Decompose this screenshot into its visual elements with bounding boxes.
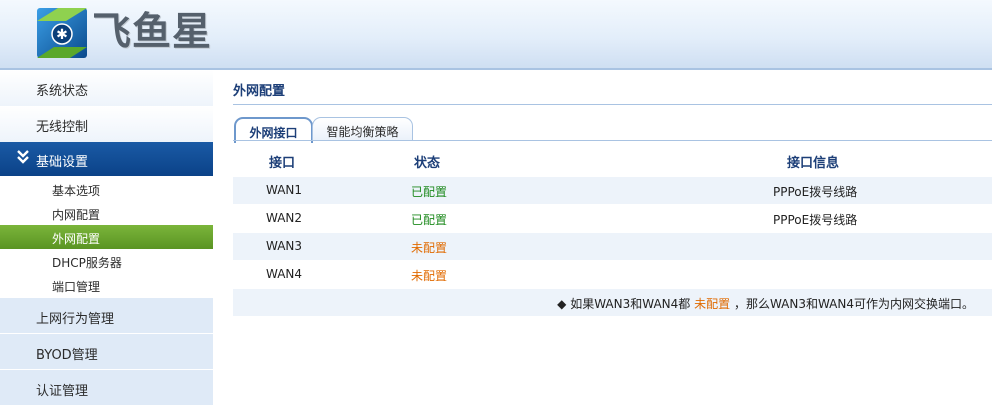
tab-smart-balance-policy[interactable]: 智能均衡策略 bbox=[312, 117, 413, 141]
sidebar-subitem-label: DHCP服务器 bbox=[52, 256, 122, 270]
interface-name: WAN4 bbox=[266, 267, 303, 281]
sidebar-subitem-port-management[interactable]: 端口管理 bbox=[0, 273, 213, 297]
brand-logo[interactable]: ✱ 飞鱼星 bbox=[36, 7, 212, 59]
title-divider bbox=[233, 104, 992, 105]
sidebar-item-label: 认证管理 bbox=[36, 384, 89, 399]
sidebar-subitem-label: 内网配置 bbox=[52, 208, 101, 222]
sidebar-subitem-label: 外网配置 bbox=[52, 232, 101, 246]
sidebar-item-auth[interactable]: 认证管理 bbox=[0, 370, 213, 406]
interface-name: WAN3 bbox=[266, 239, 303, 253]
status-badge[interactable]: 已配置 bbox=[411, 183, 447, 200]
fish-star-logo-icon: ✱ bbox=[37, 8, 87, 58]
sidebar-item-label: 无线控制 bbox=[36, 120, 89, 135]
column-header-info: 接口信息 bbox=[787, 156, 840, 171]
interface-name: WAN1 bbox=[266, 183, 303, 197]
sidebar-subitem-dhcp-server[interactable]: DHCP服务器 bbox=[0, 249, 213, 273]
sidebar-subitem-label: 基本选项 bbox=[52, 184, 101, 198]
note-suffix: ，那么WAN3和WAN4可作为内网交换端口。 bbox=[730, 297, 974, 311]
sidebar-item-label: BYOD管理 bbox=[36, 348, 98, 363]
sidebar-subitem-lan-config[interactable]: 内网配置 bbox=[0, 201, 213, 225]
table-row: WAN4 未配置 bbox=[233, 261, 992, 289]
tab-label: 智能均衡策略 bbox=[326, 125, 399, 139]
table-row: WAN2 已配置 PPPoE拨号线路 bbox=[233, 205, 992, 233]
interface-info: PPPoE拨号线路 bbox=[773, 213, 858, 227]
sidebar-item-byod[interactable]: BYOD管理 bbox=[0, 334, 213, 370]
column-header-interface: 接口 bbox=[269, 156, 296, 171]
sidebar-item-label: 上网行为管理 bbox=[36, 312, 115, 327]
column-header-status: 状态 bbox=[414, 156, 441, 171]
main-content: 外网配置 外网接口 智能均衡策略 接口 状态 接口信息 WAN1 已配置 PPP… bbox=[213, 70, 992, 405]
header-bar: ✱ 飞鱼星 bbox=[0, 0, 992, 70]
svg-text:✱: ✱ bbox=[56, 27, 68, 43]
tab-divider bbox=[233, 140, 992, 141]
table-header: 接口 状态 接口信息 bbox=[233, 149, 992, 173]
sidebar-item-wireless-control[interactable]: 无线控制 bbox=[0, 106, 213, 142]
sidebar-subitem-label: 端口管理 bbox=[52, 280, 101, 294]
sidebar-section-basic-settings[interactable]: 基础设置 bbox=[0, 142, 213, 176]
interface-name: WAN2 bbox=[266, 211, 303, 225]
sidebar-section-label: 基础设置 bbox=[36, 155, 89, 170]
sidebar-item-system-status[interactable]: 系统状态 bbox=[0, 70, 213, 106]
sidebar-nav: 系统状态 无线控制 基础设置 基本选项 内网配置 外网配置 DHCP服务器 端口… bbox=[0, 70, 213, 406]
note-highlight: 未配置 bbox=[694, 297, 731, 311]
info-note: ◆ 如果WAN3和WAN4都 未配置 ，那么WAN3和WAN4可作为内网交换端口… bbox=[233, 289, 992, 316]
sidebar-subitem-basic-options[interactable]: 基本选项 bbox=[0, 177, 213, 201]
note-text: ◆ 如果WAN3和WAN4都 未配置 ，那么WAN3和WAN4可作为内网交换端口… bbox=[557, 295, 974, 312]
sidebar-item-internet-behavior[interactable]: 上网行为管理 bbox=[0, 298, 213, 334]
tab-label: 外网接口 bbox=[249, 126, 298, 140]
status-badge[interactable]: 未配置 bbox=[411, 239, 447, 256]
sidebar-item-label: 系统状态 bbox=[36, 84, 89, 99]
note-prefix: 如果WAN3和WAN4都 bbox=[566, 297, 695, 311]
status-badge[interactable]: 未配置 bbox=[411, 267, 447, 284]
brand-name: 飞鱼星 bbox=[92, 10, 213, 55]
page-title: 外网配置 bbox=[233, 84, 286, 99]
table-row: WAN1 已配置 PPPoE拨号线路 bbox=[233, 177, 992, 205]
interface-info: PPPoE拨号线路 bbox=[773, 185, 858, 199]
status-badge[interactable]: 已配置 bbox=[411, 211, 447, 228]
sidebar-subitem-wan-config[interactable]: 外网配置 bbox=[0, 225, 213, 249]
table-row: WAN3 未配置 bbox=[233, 233, 992, 261]
double-chevron-down-icon bbox=[16, 149, 30, 169]
